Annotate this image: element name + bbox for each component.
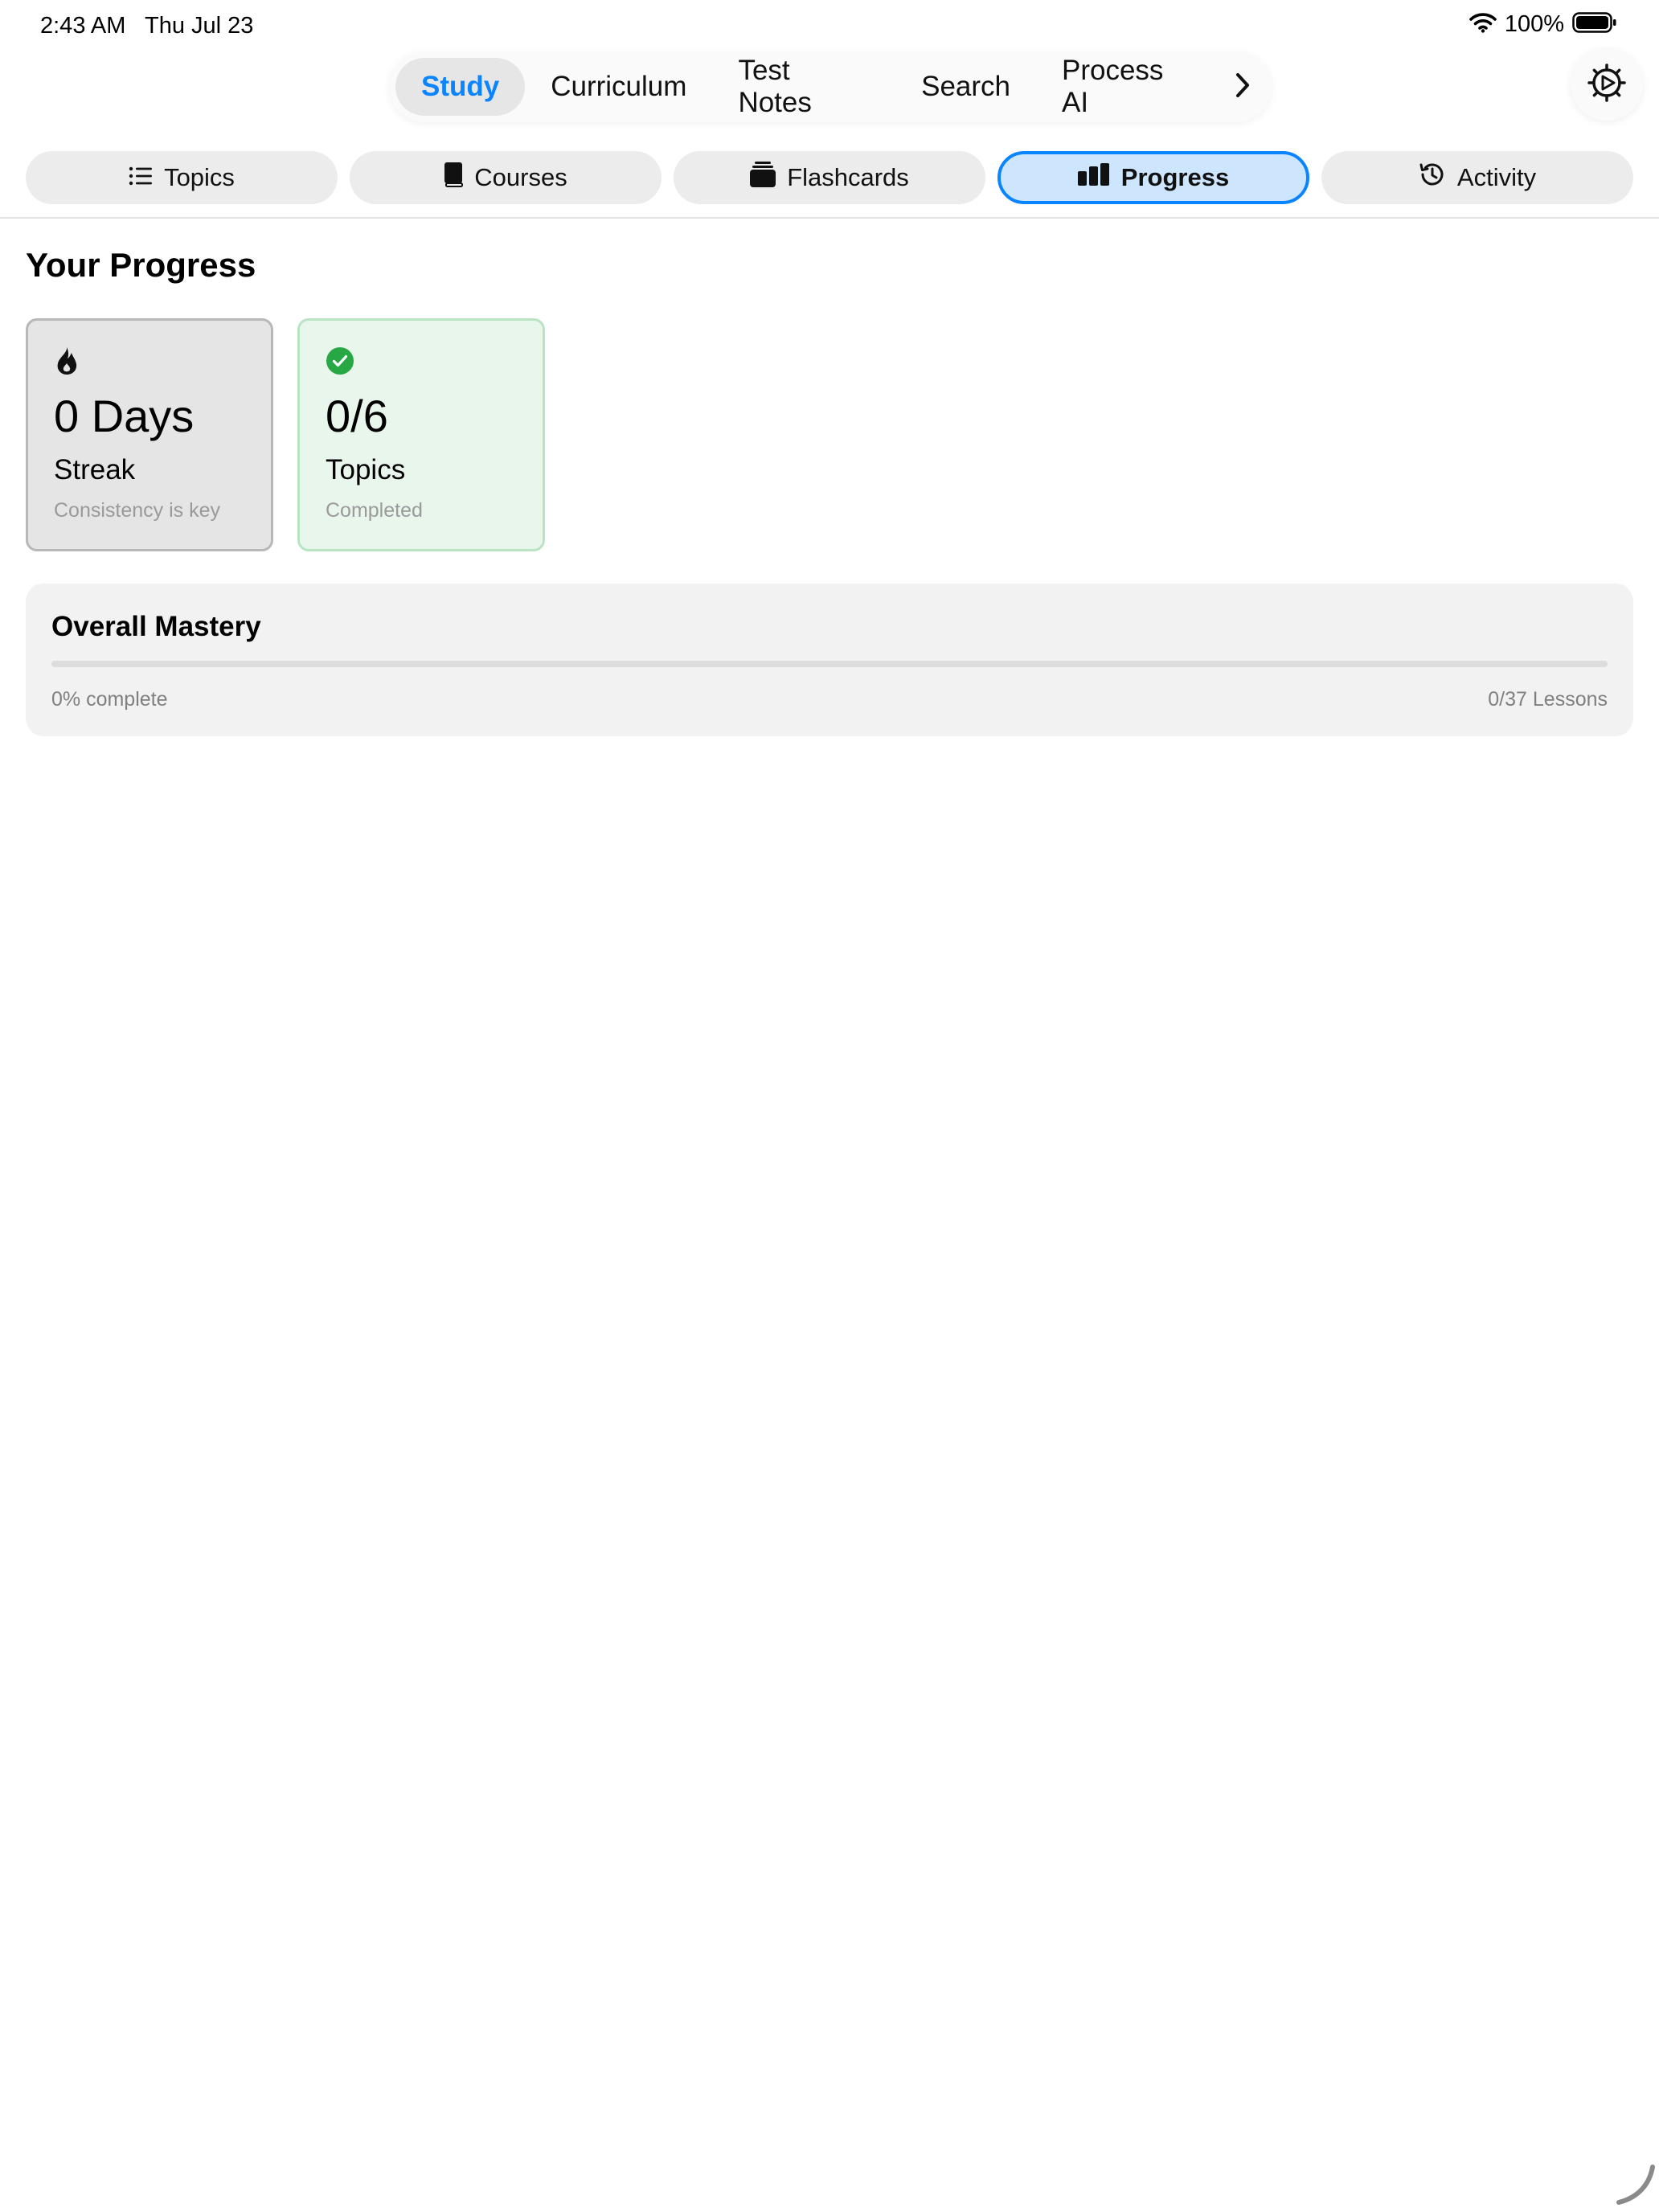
topics-label: Topics bbox=[326, 453, 406, 485]
page-title: Your Progress bbox=[26, 246, 256, 284]
streak-label: Streak bbox=[54, 453, 136, 485]
streak-subtitle: Consistency is key bbox=[54, 498, 221, 522]
nav-process-ai[interactable]: Process AI bbox=[1036, 55, 1221, 118]
topics-subtitle: Completed bbox=[326, 498, 423, 522]
mastery-title: Overall Mastery bbox=[51, 611, 261, 642]
status-time: 2:43 AM bbox=[40, 13, 126, 39]
topics-value: 0/6 bbox=[326, 391, 388, 441]
tab-progress-label: Progress bbox=[1120, 163, 1230, 191]
streak-value: 0 Days bbox=[54, 391, 195, 441]
nav-curriculum[interactable]: Curriculum bbox=[525, 58, 712, 116]
bar-chart-icon bbox=[1077, 163, 1110, 192]
settings-button[interactable] bbox=[1571, 48, 1643, 121]
list-icon bbox=[129, 163, 153, 192]
tab-progress[interactable]: Progress bbox=[997, 151, 1309, 204]
tab-courses[interactable]: Courses bbox=[350, 151, 662, 204]
tab-topics[interactable]: Topics bbox=[26, 151, 338, 204]
streak-card: 0 Days Streak Consistency is key bbox=[26, 318, 273, 551]
status-indicators: 100% bbox=[1469, 11, 1617, 38]
tab-courses-label: Courses bbox=[474, 163, 567, 191]
tab-activity-label: Activity bbox=[1456, 163, 1537, 191]
nav-study[interactable]: Study bbox=[395, 58, 526, 116]
nav-test-notes[interactable]: Test Notes bbox=[712, 55, 895, 118]
status-bar: 2:43 AM Thu Jul 23 100% bbox=[0, 11, 1659, 43]
mastery-lessons: 0/37 Lessons bbox=[1488, 688, 1608, 711]
nav-more-button[interactable] bbox=[1221, 58, 1265, 116]
scroll-indicator[interactable] bbox=[1608, 2161, 1656, 2209]
app-screen: 2:43 AM Thu Jul 23 100% Study Curriculum… bbox=[0, 0, 1659, 2212]
nav-search[interactable]: Search bbox=[895, 58, 1036, 116]
tab-topics-label: Topics bbox=[164, 163, 235, 191]
flame-icon bbox=[54, 343, 245, 379]
battery-icon bbox=[1572, 11, 1617, 38]
tab-activity[interactable]: Activity bbox=[1321, 151, 1633, 204]
battery-percent: 100% bbox=[1504, 11, 1564, 37]
book-icon bbox=[444, 162, 464, 194]
mastery-percent: 0% complete bbox=[51, 688, 168, 711]
overall-mastery-card: Overall Mastery 0% complete 0/37 Lessons bbox=[26, 584, 1633, 736]
study-tabs: Topics Courses Flashcards Progress Activ… bbox=[26, 151, 1633, 204]
history-clock-icon bbox=[1419, 161, 1446, 195]
cards-stack-icon bbox=[750, 161, 776, 195]
top-nav: Study Curriculum Test Notes Search Proce… bbox=[389, 51, 1272, 122]
gear-icon bbox=[1587, 63, 1627, 107]
tab-flashcards[interactable]: Flashcards bbox=[674, 151, 985, 204]
chevron-right-icon bbox=[1234, 72, 1251, 103]
checkmark-circle-icon bbox=[326, 343, 517, 379]
mastery-progress-bar bbox=[51, 661, 1608, 667]
topics-card: 0/6 Topics Completed bbox=[297, 318, 545, 551]
tab-flashcards-label: Flashcards bbox=[787, 163, 909, 191]
tabs-divider bbox=[0, 217, 1659, 219]
status-date: Thu Jul 23 bbox=[145, 13, 254, 39]
wifi-icon bbox=[1469, 12, 1497, 37]
